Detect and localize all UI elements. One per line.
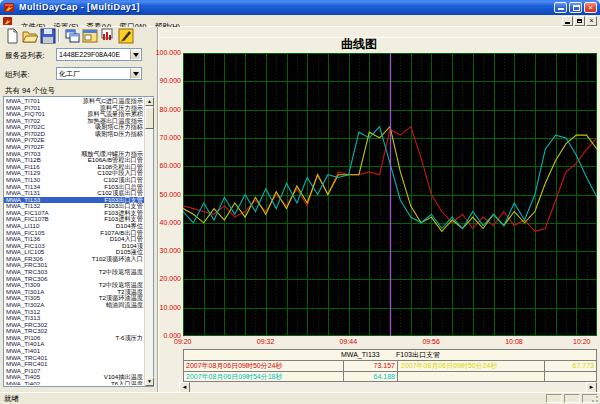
open-button[interactable] bbox=[22, 28, 38, 43]
signal-list: MWA_TI701原料气C进口温度指示MWA_PI701原料气压力指示MWA_F… bbox=[4, 98, 144, 385]
signal-count: 共有 94 个位号 bbox=[5, 86, 55, 96]
legend-row: 2007年08月06日09时50分24秒 73.157 2007年08月06日0… bbox=[184, 361, 596, 372]
legend-header-row: MWA_TI133 F103出口支管 bbox=[184, 350, 596, 361]
y-axis-label: 10.000 bbox=[141, 304, 181, 311]
server-select[interactable]: 1448E229F08A40E bbox=[56, 48, 142, 61]
legend-time: 2007年08月06日09时50分24秒 bbox=[184, 361, 344, 371]
document-icon bbox=[3, 16, 13, 26]
signal-desc: T-6顶压力 bbox=[115, 335, 143, 342]
legend-row: 2007年08月06日09时54分18秒 64.188 bbox=[184, 372, 596, 382]
minimize-button[interactable] bbox=[554, 2, 567, 13]
y-axis-label: 70.000 bbox=[141, 134, 181, 141]
save-button[interactable] bbox=[40, 28, 56, 43]
server-select-dropdown[interactable] bbox=[130, 49, 141, 60]
group-select[interactable]: 化工厂 bbox=[56, 67, 142, 80]
legend-time bbox=[399, 372, 545, 382]
cascade-windows-button[interactable] bbox=[64, 28, 80, 43]
legend-value: 64.188 bbox=[345, 372, 398, 382]
group-list-label: 组列表: bbox=[5, 70, 30, 80]
signal-desc: T6入口温度 bbox=[111, 381, 143, 385]
legend-table: MWA_TI133 F103出口支管 2007年08月06日09时50分24秒 … bbox=[183, 349, 597, 382]
y-axis-label: 30.000 bbox=[141, 247, 181, 254]
x-axis-label: 09:20 bbox=[174, 338, 192, 345]
chart-panel: 曲线图 100.00090.00080.00070.00060.00050.00… bbox=[159, 27, 600, 392]
mdi-restore-button[interactable] bbox=[574, 16, 585, 26]
x-axis-label: 09:56 bbox=[422, 338, 440, 345]
title-bar: MultiDayCap - [MultiDay1] × bbox=[0, 0, 600, 15]
legend-tag: MWA_TI133 bbox=[341, 350, 380, 360]
resize-grip[interactable] bbox=[589, 393, 599, 403]
group-select-dropdown[interactable] bbox=[130, 68, 141, 79]
sidebar: 服务器列表: 1448E229F08A40E 组列表: 化工厂 共有 94 个位… bbox=[0, 45, 158, 392]
x-axis-label: 10:08 bbox=[505, 338, 523, 345]
list-item[interactable]: MWA_TI402 T6入口温度 bbox=[4, 381, 144, 385]
signal-desc: 吸附塔D压力指标 bbox=[95, 131, 143, 138]
x-axis-label: 09:44 bbox=[340, 338, 358, 345]
y-axis-label: 20.000 bbox=[141, 275, 181, 282]
window-title: MultiDayCap - [MultiDay1] bbox=[19, 2, 140, 12]
mdi-minimize-button[interactable] bbox=[562, 16, 573, 26]
y-axis-label: 80.000 bbox=[141, 106, 181, 113]
mdi-close-button[interactable]: × bbox=[586, 16, 597, 26]
y-axis-label: 90.000 bbox=[141, 77, 181, 84]
toolbar-separator bbox=[58, 29, 60, 42]
restore-button[interactable] bbox=[569, 2, 582, 13]
chevron-down-icon bbox=[133, 72, 139, 79]
status-pane bbox=[564, 394, 580, 403]
status-bar: 就绪 bbox=[0, 392, 600, 404]
status-pane bbox=[546, 394, 562, 403]
app-icon bbox=[4, 2, 15, 13]
chevron-down-icon bbox=[133, 53, 139, 60]
legend-value: 67.773 bbox=[546, 361, 596, 371]
y-axis-label: 40.000 bbox=[141, 219, 181, 226]
y-axis-label: 60.000 bbox=[141, 162, 181, 169]
signal-tag: MWA_TI402 bbox=[6, 381, 40, 385]
edit-pen-button[interactable] bbox=[118, 28, 134, 43]
y-axis-label: 100.000 bbox=[141, 49, 181, 56]
chart-canvas[interactable] bbox=[183, 53, 597, 336]
legend-desc: F103出口支管 bbox=[396, 350, 440, 360]
close-button[interactable]: × bbox=[584, 2, 597, 13]
signal-desc: 蜡油回流温度 bbox=[106, 302, 143, 309]
menu-bar: 文件(F)设置(S)查看(V)窗口(W)帮助(H) × bbox=[0, 15, 600, 27]
server-list-label: 服务器列表: bbox=[5, 51, 45, 61]
print-report-button[interactable] bbox=[100, 28, 116, 43]
server-select-value: 1448E229F08A40E bbox=[59, 50, 120, 60]
group-select-value: 化工厂 bbox=[59, 69, 80, 79]
window-view-button[interactable] bbox=[82, 28, 98, 43]
x-axis-label: 09:32 bbox=[257, 338, 275, 345]
legend-value bbox=[546, 372, 596, 382]
chart-title: 曲线图 bbox=[159, 36, 559, 53]
legend-time: 2007年08月06日09时54分18秒 bbox=[184, 372, 344, 382]
signal-listbox: MWA_TI701原料气C进口温度指示MWA_PI701原料气压力指示MWA_F… bbox=[3, 96, 154, 387]
status-text: 就绪 bbox=[4, 394, 19, 404]
signal-desc: T102顶循环油入口 bbox=[92, 256, 143, 263]
new-button[interactable] bbox=[4, 28, 20, 43]
y-axis-label: 50.000 bbox=[141, 191, 181, 198]
legend-value: 73.157 bbox=[345, 361, 398, 371]
menu-items: 文件(F)设置(S)查看(V)窗口(W)帮助(H) bbox=[17, 15, 184, 27]
legend-time: 2007年08月06日09时50分24秒 bbox=[399, 361, 545, 371]
x-axis-label: 10:20 bbox=[573, 338, 591, 345]
signal-desc: T2中段返塔温度 bbox=[99, 269, 143, 276]
scroll-down-button[interactable]: ▼ bbox=[145, 377, 154, 386]
app-window: MultiDayCap - [MultiDay1] × 文件(F)设置(S)查看… bbox=[0, 0, 600, 404]
